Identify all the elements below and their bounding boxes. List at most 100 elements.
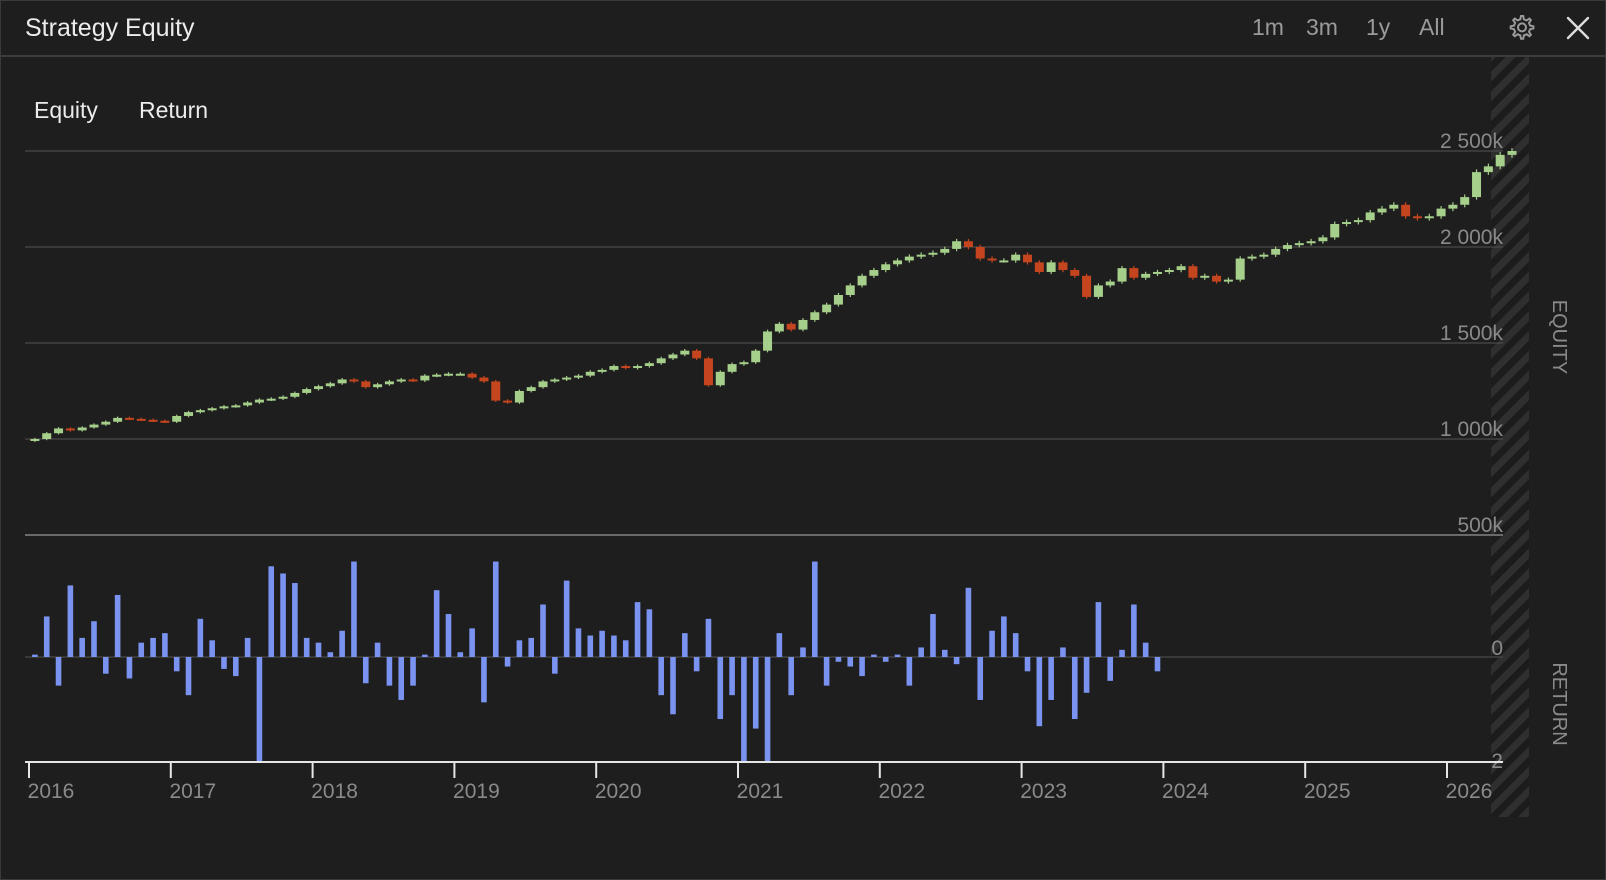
equity-candle <box>89 424 99 428</box>
return-bar <box>1071 657 1078 720</box>
return-bar <box>670 657 676 715</box>
equity-candle <box>266 398 276 401</box>
equity-candle <box>999 260 1009 263</box>
return-bar <box>965 587 972 657</box>
return-bar <box>622 640 629 657</box>
equity-tick-label: 2 000k <box>1440 226 1504 249</box>
equity-candle <box>822 304 832 313</box>
return-bar <box>504 657 511 667</box>
equity-candle <box>1365 212 1375 221</box>
return-bar <box>859 657 865 677</box>
return-axis-label: RETURN <box>1548 662 1570 745</box>
gear-icon[interactable] <box>1506 13 1536 43</box>
equity-candle <box>30 439 40 441</box>
return-bar <box>221 657 227 669</box>
return-bar <box>563 580 570 657</box>
equity-candle <box>1141 273 1151 278</box>
return-bar <box>315 642 322 657</box>
equity-candle <box>869 270 879 276</box>
return-bar <box>611 635 617 657</box>
equity-candle <box>1034 262 1044 272</box>
equity-candle <box>585 371 595 376</box>
equity-candle <box>963 241 973 247</box>
x-axis-tick-label: 2022 <box>878 780 925 803</box>
equity-candle <box>349 379 359 382</box>
equity-candle <box>219 406 229 409</box>
return-bar <box>800 647 806 657</box>
equity-candle <box>443 373 453 376</box>
equity-candle <box>195 410 205 413</box>
equity-candle <box>1483 166 1493 173</box>
window-title: Strategy Equity <box>25 14 195 42</box>
range-button-all[interactable]: All <box>1419 14 1445 41</box>
equity-candle <box>609 366 619 370</box>
equity-candle <box>101 421 111 425</box>
equity-candle <box>337 379 347 384</box>
equity-candle <box>243 402 253 406</box>
equity-candle <box>597 369 607 372</box>
return-bar <box>339 630 345 657</box>
equity-candle <box>1412 216 1422 219</box>
equity-candle <box>1448 204 1458 209</box>
return-bar <box>79 637 85 657</box>
return-bar <box>469 628 475 657</box>
equity-candle <box>798 319 808 330</box>
equity-candle <box>455 373 465 376</box>
equity-candle <box>810 312 820 320</box>
x-axis-tick-label: 2019 <box>453 780 500 803</box>
equity-axis-label: EQUITY <box>1548 300 1570 374</box>
return-bar <box>1048 657 1054 700</box>
equity-candle <box>467 373 477 378</box>
return-bar <box>941 649 948 657</box>
close-icon[interactable] <box>1563 13 1593 43</box>
return-bar <box>693 657 700 672</box>
return-bar <box>103 657 109 674</box>
return-bar <box>882 657 889 662</box>
return-bar <box>776 633 783 657</box>
equity-candle <box>1082 275 1092 297</box>
equity-candle <box>1377 208 1387 213</box>
equity-candle <box>692 350 702 359</box>
equity-candles <box>30 148 1517 443</box>
equity-candle <box>1023 254 1033 263</box>
equity-candle <box>573 375 583 378</box>
equity-candle <box>373 384 383 388</box>
return-bar <box>327 652 334 657</box>
equity-candle <box>1306 241 1316 244</box>
return-bar <box>823 657 830 686</box>
equity-candle <box>1223 279 1233 282</box>
return-bar <box>682 633 688 657</box>
return-bar <box>599 630 605 657</box>
equity-candle <box>314 386 324 390</box>
range-button-1y[interactable]: 1y <box>1366 14 1390 41</box>
equity-candle <box>1342 222 1352 225</box>
equity-candle <box>1105 281 1115 286</box>
range-button-3m[interactable]: 3m <box>1306 14 1338 41</box>
return-bar <box>1107 657 1114 681</box>
return-bar <box>634 602 641 657</box>
equity-candle <box>1271 248 1281 255</box>
return-bar <box>540 604 546 657</box>
equity-candle <box>1152 271 1162 274</box>
equity-candle <box>1129 268 1139 278</box>
return-bar <box>91 621 97 657</box>
equity-candle <box>763 331 773 351</box>
equity-candle <box>136 418 146 421</box>
return-bar <box>126 657 133 679</box>
equity-candle <box>479 377 489 382</box>
equity-candle <box>231 405 241 408</box>
range-button-1m[interactable]: 1m <box>1252 14 1284 41</box>
equity-candle <box>928 252 938 255</box>
equity-candle <box>904 256 914 261</box>
return-bar <box>1036 657 1043 727</box>
return-bar <box>55 657 62 686</box>
return-bar <box>894 654 901 657</box>
return-bar <box>1142 642 1149 657</box>
equity-candle <box>703 358 713 386</box>
return-bar <box>1119 649 1125 657</box>
return-bar <box>930 614 936 657</box>
equity-candle <box>160 420 170 423</box>
equity-candle <box>432 374 442 377</box>
equity-candle <box>715 371 725 386</box>
equity-tick-label: 500k <box>1457 514 1503 537</box>
